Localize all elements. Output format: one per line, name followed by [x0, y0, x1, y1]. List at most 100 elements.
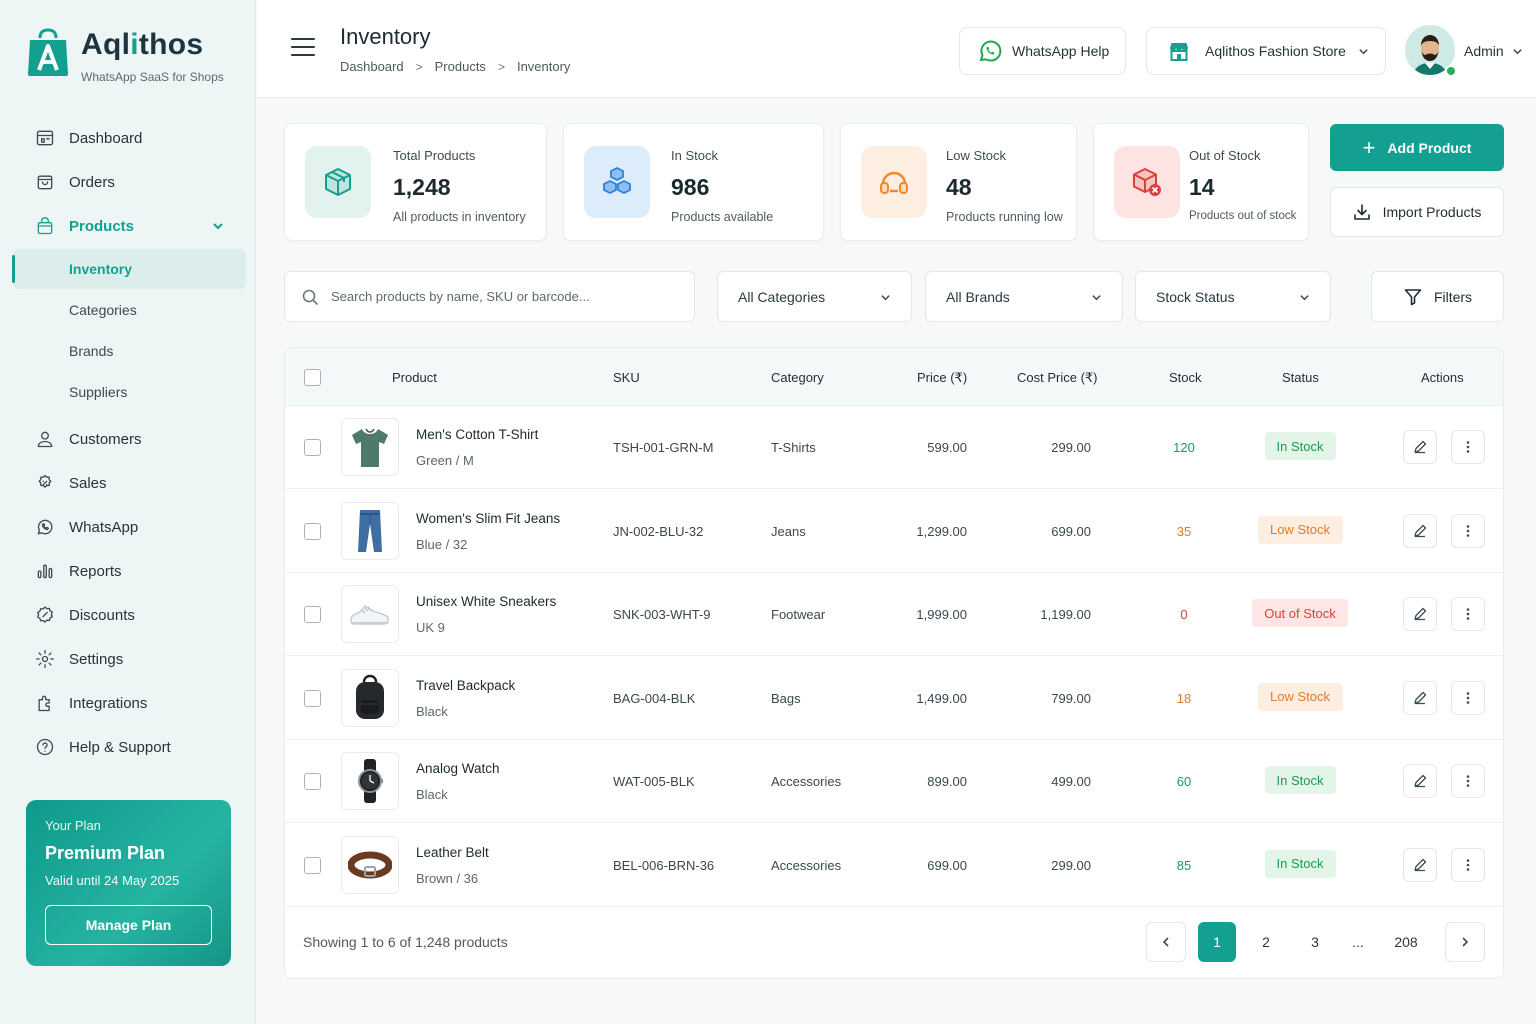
product-thumbnail[interactable] [341, 668, 399, 727]
whatsapp-help-button[interactable]: WhatsApp Help [959, 27, 1126, 75]
menu-icon[interactable] [291, 38, 315, 58]
product-price: 1,499.00 [916, 690, 967, 706]
stat-card-low-stock: Low Stock 48 Products running low [840, 123, 1077, 241]
store-selector[interactable]: Aqlithos Fashion Store [1146, 27, 1386, 75]
chevron-right-icon: > [497, 59, 505, 74]
sidebar-subitem-inventory[interactable]: Inventory [12, 249, 246, 289]
more-actions-button[interactable] [1451, 597, 1485, 631]
sidebar-item-help[interactable]: Help & Support [0, 725, 256, 769]
product-thumbnail[interactable] [341, 585, 399, 643]
more-actions-button[interactable] [1451, 764, 1485, 798]
more-actions-button[interactable] [1451, 430, 1485, 464]
edit-button[interactable] [1403, 430, 1437, 464]
table-row[interactable]: Leather Belt Brown / 36 BEL-006-BRN-36 Acce… [285, 824, 1503, 907]
table-row[interactable]: Analog Watch Black WAT-005-BLK Accessories 8… [285, 740, 1503, 823]
sidebar-subitem-categories[interactable]: Categories [13, 290, 246, 330]
plan-valid-until: Valid until 24 May 2025 [45, 873, 180, 888]
next-page-button[interactable] [1445, 922, 1485, 962]
edit-button[interactable] [1403, 847, 1437, 882]
breadcrumb: Dashboard > Products > Inventory [340, 59, 570, 74]
table-row[interactable]: Men's Cotton T-Shirt Green / M TSH-001-GRN… [285, 406, 1503, 489]
table-row[interactable]: Unisex White Sneakers UK 9 SNK-003-WHT-9 Fo… [285, 573, 1503, 656]
column-header[interactable]: Product [392, 370, 437, 385]
table-row[interactable]: Travel Backpack Black BAG-004-BLK Bags 1,499… [285, 657, 1503, 740]
sidebar-item-orders[interactable]: Orders [0, 160, 256, 204]
row-checkbox[interactable] [304, 606, 321, 623]
plan-name: Premium Plan [45, 843, 166, 863]
row-checkbox[interactable] [304, 773, 321, 790]
sidebar-item-sales[interactable]: Sales [0, 461, 256, 505]
product-name[interactable]: Leather Belt [416, 845, 489, 860]
user-menu[interactable]: Admin [1464, 43, 1523, 59]
column-header[interactable]: SKU [613, 370, 640, 385]
user-name: Admin [1464, 43, 1504, 59]
sidebar-item-customers[interactable]: Customers [0, 417, 256, 461]
import-products-button[interactable]: Import Products [1330, 187, 1504, 237]
filters-button[interactable]: Filters [1371, 271, 1504, 322]
row-checkbox[interactable] [304, 689, 321, 707]
more-actions-button[interactable] [1451, 680, 1485, 715]
column-header[interactable]: Price (₹) [917, 370, 967, 386]
edit-button[interactable] [1403, 764, 1437, 798]
sidebar-subitem-suppliers[interactable]: Suppliers [13, 372, 246, 412]
stat-label: Low Stock [946, 148, 1006, 163]
row-checkbox[interactable] [304, 522, 321, 540]
select-all-checkbox[interactable] [304, 369, 321, 386]
product-name[interactable]: Unisex White Sneakers [416, 594, 556, 609]
product-name[interactable]: Men's Cotton T-Shirt [416, 427, 538, 442]
chevron-down-icon [1300, 295, 1309, 301]
table-row[interactable]: Women's Slim Fit Jeans Blue / 32 JN-002-BL… [285, 490, 1503, 573]
user-avatar[interactable] [1405, 25, 1457, 77]
sidebar-item-reports[interactable]: Reports [0, 549, 256, 593]
sidebar-item-dashboard[interactable]: Dashboard [0, 116, 256, 160]
sneakers-image [350, 605, 389, 625]
search-box[interactable] [284, 271, 695, 322]
search-input[interactable] [331, 289, 661, 304]
add-product-button[interactable]: + Add Product [1330, 124, 1504, 171]
sidebar-item-products[interactable]: Products [0, 204, 256, 248]
row-checkbox[interactable] [304, 439, 321, 456]
product-name[interactable]: Analog Watch [416, 761, 500, 776]
sidebar-item-discounts[interactable]: Discounts [0, 593, 256, 637]
product-thumbnail[interactable] [341, 418, 399, 476]
sidebar-subitem-brands[interactable]: Brands [13, 331, 246, 371]
row-checkbox[interactable] [304, 856, 321, 874]
sidebar-item-settings[interactable]: Settings [0, 637, 256, 681]
column-header[interactable]: Stock [1169, 370, 1202, 385]
sidebar-item-integrations[interactable]: Integrations [0, 681, 256, 725]
page-button[interactable]: 2 [1247, 922, 1285, 962]
column-header[interactable]: Cost Price (₹) [1017, 370, 1098, 386]
page-button[interactable]: 3 [1296, 922, 1334, 962]
page-button[interactable]: 208 [1385, 922, 1427, 962]
brand[interactable]: Aqlithos WhatsApp SaaS for Shops [26, 28, 224, 84]
page-button[interactable]: 1 [1198, 922, 1236, 962]
status-badge: Low Stock [1257, 682, 1343, 711]
more-actions-button[interactable] [1451, 513, 1485, 548]
product-thumbnail[interactable] [341, 835, 399, 894]
sidebar-item-whatsapp[interactable]: WhatsApp [0, 505, 256, 549]
reports-icon [34, 560, 56, 582]
column-header[interactable]: Category [771, 370, 824, 385]
prev-page-button[interactable] [1146, 922, 1186, 962]
edit-button[interactable] [1403, 513, 1437, 548]
more-vertical-icon [1466, 691, 1470, 704]
edit-button[interactable] [1403, 597, 1437, 631]
product-category: Accessories [771, 857, 842, 873]
pagination-info: Showing 1 to 6 of 1,248 products [303, 934, 508, 950]
breadcrumb-dashboard[interactable]: Dashboard [340, 59, 404, 74]
product-name[interactable]: Women's Slim Fit Jeans [416, 511, 560, 526]
breadcrumb-products[interactable]: Products [435, 59, 486, 74]
category-select[interactable]: All Categories [717, 271, 912, 322]
edit-button[interactable] [1403, 680, 1437, 715]
product-sku: BAG-004-BLK [613, 690, 696, 706]
product-thumbnail[interactable] [341, 752, 399, 810]
more-actions-button[interactable] [1451, 847, 1485, 882]
brand-select[interactable]: All Brands [925, 271, 1123, 322]
manage-plan-button[interactable]: Manage Plan [45, 905, 212, 945]
product-name[interactable]: Travel Backpack [416, 678, 515, 693]
product-thumbnail[interactable] [341, 501, 399, 560]
chevron-down-icon[interactable] [212, 219, 224, 231]
status-badge: Low Stock [1257, 515, 1343, 544]
stock-status-select[interactable]: Stock Status [1135, 271, 1331, 322]
stock-status-select-value: Stock Status [1156, 288, 1235, 305]
